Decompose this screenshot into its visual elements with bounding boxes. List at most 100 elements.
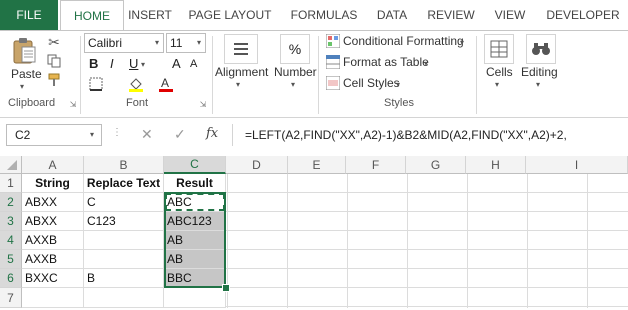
cell-c2[interactable]: ABC — [164, 193, 226, 212]
format-painter-icon[interactable] — [46, 72, 62, 88]
dialog-launcher-icon[interactable]: ⇲ — [68, 99, 78, 109]
column-header-d[interactable]: D — [226, 156, 288, 174]
tab-page-layout[interactable]: PAGE LAYOUT — [182, 0, 278, 30]
chevron-down-icon[interactable]: ▾ — [90, 130, 94, 139]
ribbon-separator — [212, 36, 213, 114]
paste-icon[interactable] — [10, 36, 38, 66]
dialog-launcher-icon[interactable]: ⇲ — [198, 99, 208, 109]
cells-icon[interactable] — [484, 34, 514, 64]
format-as-table-icon[interactable] — [326, 55, 340, 69]
alignment-icon[interactable] — [224, 34, 258, 64]
bold-button[interactable]: B — [89, 56, 98, 71]
cell-a2[interactable]: ABXX — [22, 193, 84, 212]
italic-button[interactable]: I — [110, 56, 114, 71]
shrink-font-button[interactable]: A — [190, 58, 197, 70]
font-group-label: Font — [126, 97, 149, 109]
tab-data[interactable]: DATA — [370, 0, 414, 30]
column-header-h[interactable]: H — [466, 156, 526, 174]
ribbon-separator — [476, 36, 477, 114]
tab-developer[interactable]: DEVELOPER — [540, 0, 626, 30]
cell-c1[interactable]: Result — [164, 174, 226, 193]
formula-input[interactable]: =LEFT(A2,FIND("XX",A2)-1)&B2&MID(A2,FIND… — [232, 124, 628, 146]
row-header-7[interactable]: 7 — [0, 288, 22, 308]
tab-review[interactable]: REVIEW — [422, 0, 480, 30]
cut-icon[interactable]: ✂ — [46, 34, 62, 50]
cell-c7[interactable] — [164, 288, 226, 308]
column-header-c[interactable]: C — [164, 156, 226, 174]
chevron-down-icon: ▾ — [495, 80, 500, 89]
cell-c3[interactable]: ABC123 — [164, 212, 226, 231]
cell-b4[interactable] — [84, 231, 164, 250]
cells-button[interactable]: Cells — [486, 65, 513, 79]
row-header-3[interactable]: 3 — [0, 212, 22, 231]
row-header-5[interactable]: 5 — [0, 250, 22, 269]
chevron-down-icon: ▾ — [236, 80, 241, 89]
format-as-table-button[interactable]: Format as Table — [343, 55, 429, 69]
column-header-b[interactable]: B — [84, 156, 164, 174]
binoculars-icon[interactable] — [526, 34, 556, 64]
chevron-down-icon: ▾ — [291, 80, 296, 89]
tab-insert[interactable]: INSERT — [124, 0, 176, 30]
cell-a7[interactable] — [22, 288, 84, 308]
styles-group-label: Styles — [384, 97, 414, 109]
row-header-4[interactable]: 4 — [0, 231, 22, 250]
tab-file[interactable]: FILE — [0, 0, 58, 30]
borders-icon[interactable] — [88, 76, 104, 92]
fill-color-icon[interactable] — [128, 76, 144, 92]
clipboard-group-label: Clipboard — [8, 97, 56, 109]
svg-text:A: A — [161, 76, 169, 90]
cancel-icon[interactable]: ✕ — [141, 126, 153, 143]
editing-button[interactable]: Editing — [521, 65, 558, 79]
number-format-icon[interactable]: % — [280, 34, 310, 64]
row-header-2[interactable]: 2 — [0, 193, 22, 212]
cell-styles-icon[interactable] — [326, 76, 340, 90]
grow-font-button[interactable]: A — [172, 56, 181, 71]
cell-c5[interactable]: AB — [164, 250, 226, 269]
chevron-down-icon: ▾ — [141, 60, 146, 69]
cell-a4[interactable]: AXXB — [22, 231, 84, 250]
select-all-corner[interactable] — [0, 156, 22, 174]
ribbon-separator — [80, 36, 81, 114]
column-header-e[interactable]: E — [288, 156, 346, 174]
chevron-down-icon: ▾ — [460, 38, 465, 47]
column-header-a[interactable]: A — [22, 156, 84, 174]
row-header-6[interactable]: 6 — [0, 269, 22, 288]
cell-styles-button[interactable]: Cell Styles — [343, 76, 400, 90]
cell-c4[interactable]: AB — [164, 231, 226, 250]
empty-cells-area[interactable] — [226, 174, 628, 308]
insert-function-icon[interactable]: fx — [206, 126, 218, 141]
cell-c6[interactable]: BBC — [164, 269, 226, 288]
alignment-button[interactable]: Alignment — [215, 65, 268, 79]
conditional-formatting-icon[interactable] — [326, 34, 340, 48]
column-header-g[interactable]: G — [406, 156, 466, 174]
underline-button[interactable]: U — [129, 56, 138, 71]
font-color-icon[interactable]: A — [158, 76, 174, 92]
cell-b1[interactable]: Replace Text — [84, 174, 164, 193]
cell-a6[interactable]: BXXC — [22, 269, 84, 288]
column-header-f[interactable]: F — [346, 156, 406, 174]
font-name-select[interactable]: Calibri — [84, 33, 164, 53]
cell-b5[interactable] — [84, 250, 164, 269]
paste-button[interactable]: Paste — [11, 67, 42, 81]
cell-b6[interactable]: B — [84, 269, 164, 288]
cell-b2[interactable]: C — [84, 193, 164, 212]
tab-formulas[interactable]: FORMULAS — [284, 0, 364, 30]
fill-handle[interactable] — [222, 284, 230, 292]
cell-a1[interactable]: String — [22, 174, 84, 193]
column-header-i[interactable]: I — [526, 156, 628, 174]
copy-icon[interactable] — [46, 53, 62, 69]
ribbon-separator — [318, 36, 319, 114]
number-button[interactable]: Number — [274, 65, 317, 79]
row-header-1[interactable]: 1 — [0, 174, 22, 193]
cell-a3[interactable]: ABXX — [22, 212, 84, 231]
cell-a5[interactable]: AXXB — [22, 250, 84, 269]
name-box[interactable]: C2 — [6, 124, 102, 146]
conditional-formatting-button[interactable]: Conditional Formatting — [343, 34, 464, 48]
chevron-down-icon: ▾ — [424, 59, 429, 68]
paste-dropdown-arrow[interactable]: ▾ — [20, 82, 24, 91]
enter-icon[interactable]: ✓ — [174, 126, 186, 143]
tab-view[interactable]: VIEW — [488, 0, 532, 30]
cell-b7[interactable] — [84, 288, 164, 308]
cell-b3[interactable]: C123 — [84, 212, 164, 231]
tab-home[interactable]: HOME — [60, 0, 124, 31]
